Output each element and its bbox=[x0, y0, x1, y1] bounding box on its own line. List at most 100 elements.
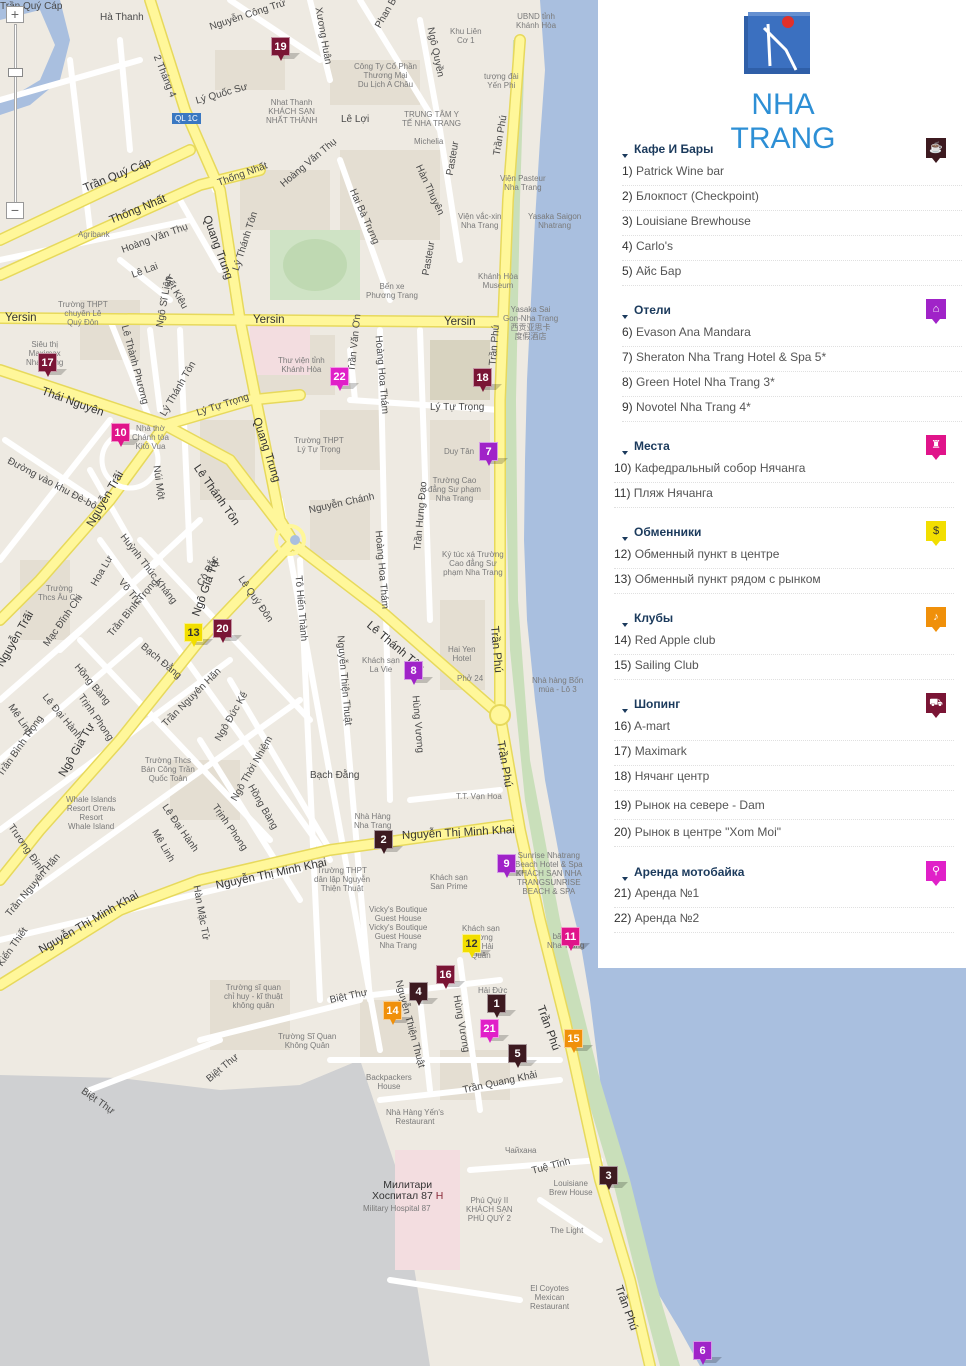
map-marker-15[interactable]: 15 bbox=[564, 1029, 583, 1053]
legend-panel: NHA TRANG Кафе И Бары ☕ 1) Patrick Wine ba… bbox=[598, 0, 966, 968]
collapse-arrow-icon[interactable] bbox=[622, 709, 628, 713]
zoom-out-button[interactable]: − bbox=[6, 202, 24, 219]
category-title[interactable]: Кафе И Бары bbox=[634, 142, 713, 156]
legend-item-number: 1) bbox=[622, 164, 633, 178]
legend-item-number: 2) bbox=[622, 189, 633, 203]
map-marker-9[interactable]: 9 bbox=[497, 854, 516, 878]
place-label: Yasaka Sai Gon-Nha Trang 西贡亚思卡 度假酒店 bbox=[503, 305, 559, 341]
place-label: Trường THPT Lý Tự Trọng bbox=[294, 436, 344, 454]
map-marker-10[interactable]: 10 bbox=[111, 423, 130, 447]
legend-item-label: Novotel Nha Trang 4* bbox=[636, 400, 751, 414]
legend-item[interactable]: 8) Green Hotel Nha Trang 3* bbox=[622, 375, 962, 397]
collapse-arrow-icon[interactable] bbox=[622, 315, 628, 319]
map-marker-16[interactable]: 16 bbox=[436, 965, 455, 989]
legend-item[interactable]: 3) Louisiane Brewhouse bbox=[622, 214, 962, 236]
place-label: Louisiane Brew House bbox=[549, 1179, 593, 1197]
legend-item[interactable]: 6) Evason Ana Mandara bbox=[622, 325, 962, 347]
legend-item-label: Обменный пункт рядом с рынком bbox=[634, 572, 821, 586]
place-label: Khu Liên Cơ 1 bbox=[450, 27, 482, 45]
legend-item[interactable]: 1) Patrick Wine bar bbox=[622, 164, 962, 186]
place-label: Công Ty Cổ Phần Thương Mại Du Lịch A Châ… bbox=[354, 62, 418, 89]
map-marker-21[interactable]: 21 bbox=[480, 1019, 499, 1043]
legend-item[interactable]: 4) Carlo's bbox=[622, 239, 962, 261]
place-label: Hai Yen Hotel bbox=[448, 645, 476, 663]
legend-item-number: 14) bbox=[614, 633, 632, 647]
map-marker-7[interactable]: 7 bbox=[479, 442, 498, 466]
legend-item-number: 17) bbox=[614, 744, 632, 758]
map-marker-20[interactable]: 20 bbox=[213, 619, 232, 643]
place-label: Agribank bbox=[78, 230, 110, 239]
legend-item[interactable]: 13) Обменный пункт рядом с рынком bbox=[614, 572, 954, 594]
map-marker-19[interactable]: 19 bbox=[271, 37, 290, 61]
map-marker-22[interactable]: 22 bbox=[330, 367, 349, 391]
zoom-in-button[interactable]: + bbox=[6, 6, 24, 23]
collapse-arrow-icon[interactable] bbox=[622, 451, 628, 455]
collapse-arrow-icon[interactable] bbox=[622, 877, 628, 881]
place-label: Military Hospital 87 bbox=[363, 1204, 431, 1213]
category-title[interactable]: Клубы bbox=[634, 611, 673, 625]
street-label: Bạch Đằng bbox=[310, 770, 360, 781]
legend-item[interactable]: 20) Рынок в центре "Xom Moi" bbox=[614, 825, 954, 847]
map-marker-17[interactable]: 17 bbox=[38, 353, 57, 377]
place-label: The Light bbox=[550, 1226, 584, 1235]
category-title[interactable]: Аренда мотобайка bbox=[634, 865, 744, 879]
zoom-slider-track[interactable] bbox=[14, 24, 17, 212]
legend-item[interactable]: 17) Maximark bbox=[614, 744, 954, 766]
legend-item[interactable]: 14) Red Apple club bbox=[614, 633, 954, 655]
legend-item[interactable]: 5) Айс Бар bbox=[622, 264, 962, 286]
legend-item[interactable]: 2) Блокпост (Checkpoint) bbox=[622, 189, 962, 211]
legend-item-number: 16) bbox=[614, 719, 632, 733]
legend-item[interactable]: 7) Sheraton Nha Trang Hotel & Spa 5* bbox=[622, 350, 962, 372]
street-label: Yersin bbox=[5, 312, 37, 324]
legend-item[interactable]: 15) Sailing Club bbox=[614, 658, 954, 680]
legend-item-number: 13) bbox=[614, 572, 632, 586]
map-marker-18[interactable]: 18 bbox=[473, 368, 492, 392]
place-label: Trường THPT dân lập Nguyễn Thiện Thuật bbox=[314, 866, 371, 893]
map-marker-6[interactable]: 6 bbox=[693, 1341, 712, 1365]
collapse-arrow-icon[interactable] bbox=[622, 623, 628, 627]
hospital-label: Милитари Хоспитал 87 H bbox=[372, 1179, 444, 1202]
category-title[interactable]: Места bbox=[634, 439, 670, 453]
legend-item[interactable]: 11) Пляж Нячанга bbox=[614, 486, 954, 508]
legend-item-label: Carlo's bbox=[636, 239, 673, 253]
zoom-control[interactable]: + − bbox=[6, 6, 26, 219]
street-label: Yersin bbox=[253, 314, 285, 326]
shopping-cart-icon: ⛟ bbox=[926, 693, 946, 718]
legend-item-label: Обменный пункт в центре bbox=[634, 547, 780, 561]
place-label: Trường sĩ quan chỉ huy - kĩ thuật không … bbox=[224, 983, 283, 1010]
place-label: T.T. Vạn Hoa bbox=[456, 792, 502, 801]
collapse-arrow-icon[interactable] bbox=[622, 154, 628, 158]
legend-item[interactable]: 16) A-mart bbox=[614, 719, 954, 741]
legend-item[interactable]: 12) Обменный пункт в центре bbox=[614, 547, 954, 569]
zoom-slider-thumb[interactable] bbox=[8, 68, 23, 77]
collapse-arrow-icon[interactable] bbox=[622, 537, 628, 541]
map-marker-4[interactable]: 4 bbox=[409, 982, 428, 1006]
map-marker-13[interactable]: 13 bbox=[184, 623, 203, 647]
legend-item-number: 15) bbox=[614, 658, 632, 672]
map-marker-3[interactable]: 3 bbox=[599, 1166, 618, 1190]
legend-item-label: Louisiane Brewhouse bbox=[636, 214, 751, 228]
map-marker-2[interactable]: 2 bbox=[374, 830, 393, 854]
map-marker-5[interactable]: 5 bbox=[508, 1044, 527, 1068]
legend-item-number: 22) bbox=[614, 911, 632, 925]
map-marker-11[interactable]: 11 bbox=[561, 927, 580, 951]
legend-item-label: Sailing Club bbox=[634, 658, 699, 672]
legend-item[interactable]: 22) Аренда №2 bbox=[614, 911, 954, 933]
logo-text: NHA TRANG bbox=[730, 88, 836, 155]
legend-item[interactable]: 9) Novotel Nha Trang 4* bbox=[622, 400, 962, 422]
category-title[interactable]: Обменники bbox=[634, 525, 701, 539]
legend-item[interactable]: 10) Кафедральный собор Нячанга bbox=[614, 461, 954, 483]
category-title[interactable]: Отели bbox=[634, 303, 671, 317]
map-marker-12[interactable]: 12 bbox=[462, 934, 481, 958]
legend-item[interactable]: 21) Аренда №1 bbox=[614, 886, 954, 908]
map-marker-14[interactable]: 14 bbox=[383, 1001, 402, 1025]
category-title[interactable]: Шопинг bbox=[634, 697, 680, 711]
legend-item-number: 18) bbox=[614, 769, 632, 783]
legend-item-label: Рынок на севере - Dam bbox=[634, 798, 765, 812]
map-marker-1[interactable]: 1 bbox=[487, 994, 506, 1018]
legend-item[interactable]: 19) Рынок на севере - Dam bbox=[614, 798, 954, 820]
legend-item-label: Red Apple club bbox=[634, 633, 716, 647]
place-label: Чайханa bbox=[505, 1146, 537, 1155]
legend-item[interactable]: 18) Нячанг центр bbox=[614, 769, 954, 791]
map-marker-8[interactable]: 8 bbox=[404, 661, 423, 685]
